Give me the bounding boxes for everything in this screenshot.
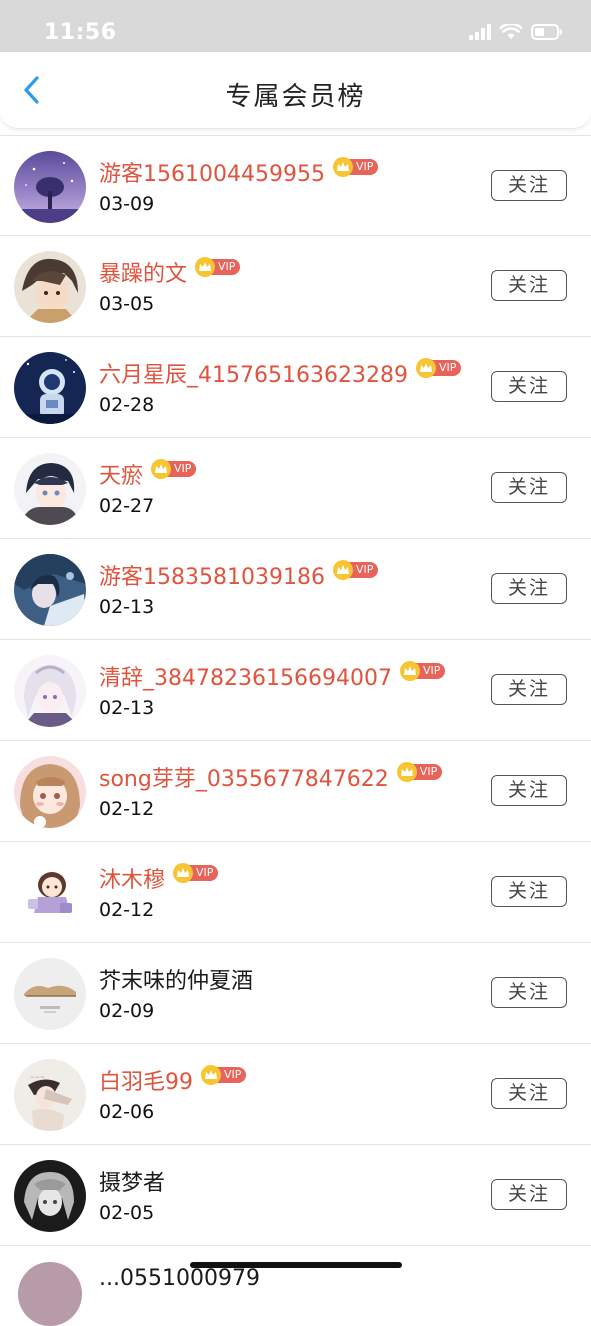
member-date: 03-09 (99, 193, 155, 215)
member-date: 02-13 (99, 596, 155, 618)
vip-badge: VIP (173, 863, 219, 883)
vip-badge: VIP (332, 157, 379, 177)
member-name-line: 天瘀 VIP (99, 458, 197, 490)
member-name[interactable]: 芥末味的仲夏酒 (99, 963, 253, 995)
crown-icon (396, 762, 417, 782)
crown-icon (201, 1065, 221, 1085)
member-row[interactable]: 暴躁的文 VIP 03-05 关注 (0, 236, 591, 337)
member-row[interactable]: 摄梦者 02-05 关注 (0, 1145, 591, 1246)
crown-icon (151, 459, 172, 479)
member-row[interactable]: 沐木穆 VIP 02-12 关注 (0, 842, 591, 943)
member-name[interactable]: 摄梦者 (99, 1165, 165, 1197)
member-name[interactable]: ...0551000979 (99, 1266, 260, 1291)
member-row[interactable]: 清辞_38478236156694007 VIP 02-13 关注 (0, 640, 591, 741)
status-icons (469, 24, 563, 40)
crown-icon (173, 863, 194, 883)
avatar[interactable] (14, 151, 86, 223)
follow-button[interactable]: 关注 (491, 775, 567, 806)
status-time: 11:56 (44, 20, 117, 45)
member-name[interactable]: 沐木穆 (99, 862, 165, 894)
member-name[interactable]: 游客1561004459955 (99, 156, 325, 188)
follow-button[interactable]: 关注 (491, 674, 567, 705)
svg-text:~~~: ~~~ (30, 1074, 45, 1081)
crown-icon (399, 661, 420, 681)
vip-badge: VIP (195, 257, 241, 277)
member-name[interactable]: song芽芽_0355677847622 (99, 761, 389, 793)
member-date: 02-09 (99, 1000, 155, 1022)
member-name[interactable]: 六月星辰_415765163623289 (99, 357, 408, 389)
page-title: 专属会员榜 (225, 82, 366, 112)
follow-button[interactable]: 关注 (491, 1179, 567, 1210)
vip-badge: VIP (399, 661, 446, 681)
avatar[interactable] (14, 352, 86, 424)
member-date: 03-05 (99, 293, 155, 315)
vip-badge: VIP (332, 560, 379, 580)
crown-icon (332, 560, 353, 580)
follow-button[interactable]: 关注 (491, 371, 567, 402)
follow-button[interactable]: 关注 (491, 876, 567, 907)
member-name-line: 摄梦者 (99, 1165, 165, 1197)
signal-icon (469, 24, 491, 40)
crown-icon (415, 358, 436, 378)
member-row[interactable]: 芥末味的仲夏酒 02-09 关注 (0, 943, 591, 1044)
member-name[interactable]: 天瘀 (99, 458, 143, 490)
member-name-line: 游客1583581039186 VIP (99, 559, 379, 591)
member-name-line: 芥末味的仲夏酒 (99, 963, 253, 995)
member-name[interactable]: 游客1583581039186 (99, 559, 325, 591)
wifi-icon (500, 24, 522, 39)
avatar[interactable] (14, 958, 86, 1030)
vip-badge: VIP (201, 1065, 247, 1085)
avatar[interactable] (14, 655, 86, 727)
member-row[interactable]: 天瘀 VIP 02-27 关注 (0, 438, 591, 539)
member-name[interactable]: 暴躁的文 (99, 256, 187, 288)
avatar[interactable] (14, 251, 86, 323)
avatar[interactable] (14, 756, 86, 828)
member-row[interactable]: ~~~ 白羽毛99 VIP 02-06 关注 (0, 1044, 591, 1145)
member-name-line: 沐木穆 VIP (99, 862, 219, 894)
vip-badge: VIP (151, 459, 197, 479)
avatar[interactable] (18, 1262, 82, 1326)
avatar[interactable] (14, 453, 86, 525)
battery-icon (531, 24, 562, 40)
member-name[interactable]: 清辞_38478236156694007 (99, 660, 392, 692)
member-name-line: 白羽毛99 VIP (99, 1064, 247, 1096)
nav-bar: 专属会员榜 (0, 52, 591, 129)
follow-button[interactable]: 关注 (491, 270, 567, 301)
home-indicator[interactable] (190, 1262, 402, 1268)
member-date: 02-06 (99, 1101, 155, 1123)
member-name-line: 清辞_38478236156694007 VIP (99, 660, 446, 692)
member-row[interactable]: 游客1583581039186 VIP 02-13 关注 (0, 539, 591, 640)
follow-button[interactable]: 关注 (491, 573, 567, 604)
member-name-line: song芽芽_0355677847622 VIP (99, 761, 443, 793)
avatar[interactable] (14, 554, 86, 626)
member-date: 02-12 (99, 798, 155, 820)
follow-button[interactable]: 关注 (491, 472, 567, 503)
follow-button[interactable]: 关注 (491, 977, 567, 1008)
member-row[interactable]: song芽芽_0355677847622 VIP 02-12 关注 (0, 741, 591, 842)
crown-icon (195, 257, 216, 277)
member-date: 02-05 (99, 1202, 155, 1224)
member-date: 02-12 (99, 899, 155, 921)
crown-icon (332, 157, 353, 177)
member-list[interactable]: 游客1561004459955 VIP 03-09 关注 暴躁的文 VIP 03-05 关注… (0, 135, 591, 1326)
member-name-line: 暴躁的文 VIP (99, 256, 241, 288)
avatar[interactable]: ~~~ (14, 1059, 86, 1131)
vip-badge: VIP (396, 762, 443, 782)
member-date: 02-13 (99, 697, 155, 719)
member-name-line: 游客1561004459955 VIP (99, 156, 379, 188)
status-bar: 11:56 (0, 0, 591, 52)
avatar[interactable] (14, 1160, 86, 1232)
vip-badge: VIP (415, 358, 462, 378)
avatar[interactable] (14, 857, 86, 929)
member-name[interactable]: 白羽毛99 (99, 1064, 193, 1096)
follow-button[interactable]: 关注 (491, 1078, 567, 1109)
member-row[interactable]: 六月星辰_415765163623289 VIP 02-28 关注 (0, 337, 591, 438)
member-name-line: 六月星辰_415765163623289 VIP (99, 357, 462, 389)
member-row[interactable]: 游客1561004459955 VIP 03-09 关注 (0, 135, 591, 236)
follow-button[interactable]: 关注 (491, 170, 567, 201)
member-date: 02-27 (99, 495, 155, 517)
member-date: 02-28 (99, 394, 155, 416)
